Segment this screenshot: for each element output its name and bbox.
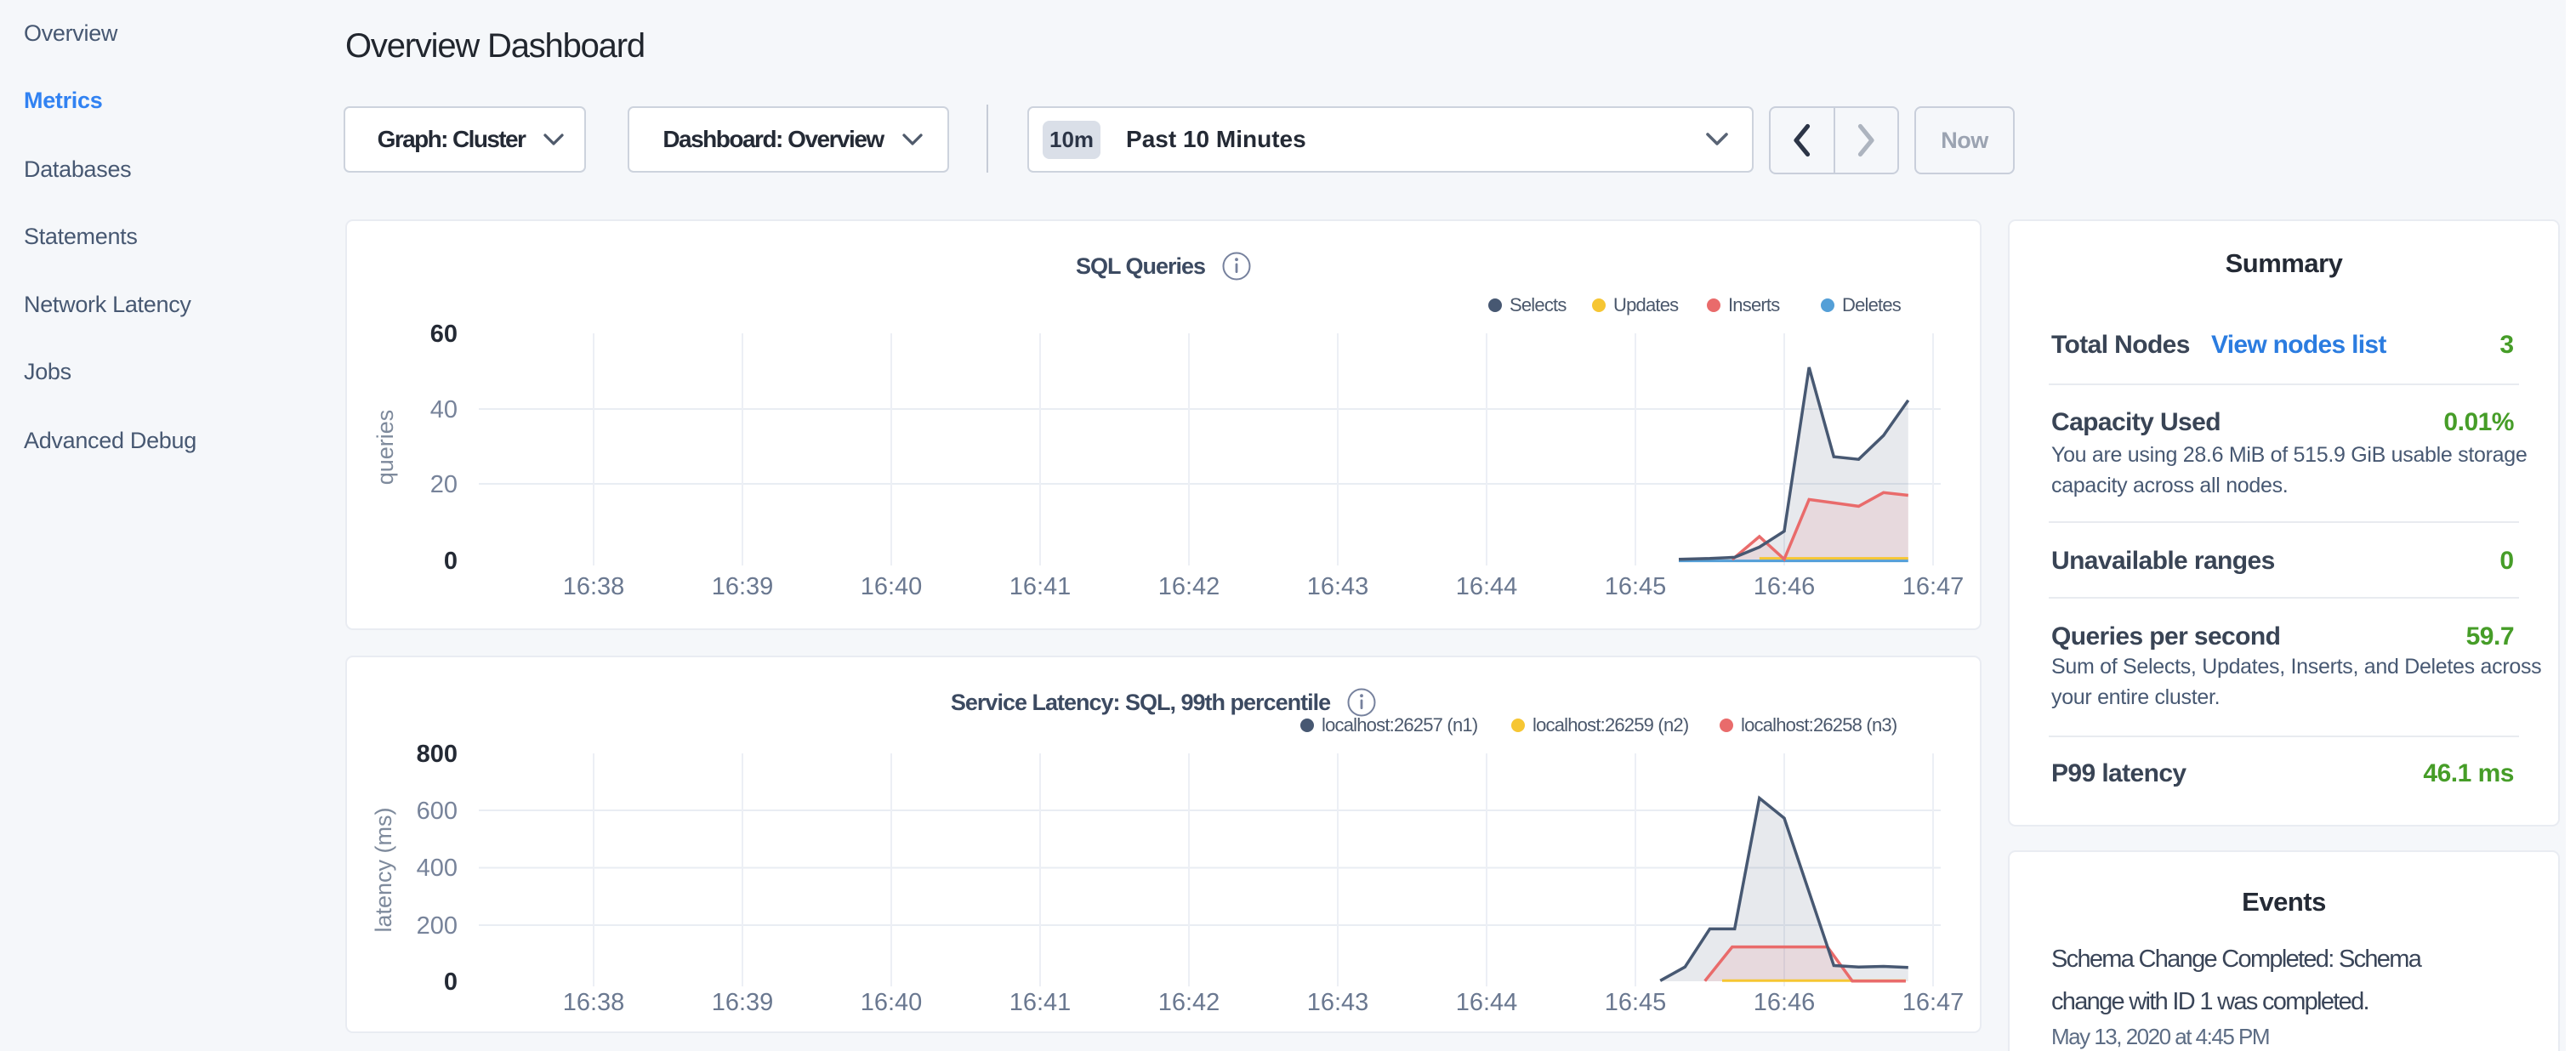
svg-text:16:41: 16:41 xyxy=(1009,573,1072,600)
svg-text:20: 20 xyxy=(430,471,458,498)
svg-text:16:45: 16:45 xyxy=(1605,573,1667,600)
svg-text:16:38: 16:38 xyxy=(563,573,625,600)
svg-text:16:47: 16:47 xyxy=(1902,989,1965,1016)
svg-text:800: 800 xyxy=(417,741,458,768)
svg-text:16:41: 16:41 xyxy=(1009,989,1072,1016)
svg-text:60: 60 xyxy=(430,321,458,348)
svg-text:16:44: 16:44 xyxy=(1456,573,1518,600)
svg-text:16:40: 16:40 xyxy=(861,573,923,600)
svg-text:16:47: 16:47 xyxy=(1902,573,1965,600)
svg-text:16:43: 16:43 xyxy=(1307,989,1369,1016)
svg-text:16:42: 16:42 xyxy=(1158,989,1220,1016)
svg-text:16:40: 16:40 xyxy=(861,989,923,1016)
svg-text:16:38: 16:38 xyxy=(563,989,625,1016)
svg-text:queries: queries xyxy=(372,410,398,486)
svg-text:400: 400 xyxy=(417,855,458,882)
svg-text:16:46: 16:46 xyxy=(1754,989,1816,1016)
svg-text:16:46: 16:46 xyxy=(1754,573,1816,600)
svg-text:16:42: 16:42 xyxy=(1158,573,1220,600)
svg-text:16:45: 16:45 xyxy=(1605,989,1667,1016)
svg-text:0: 0 xyxy=(444,969,458,996)
svg-text:latency (ms): latency (ms) xyxy=(371,807,396,932)
svg-text:40: 40 xyxy=(430,396,458,423)
svg-text:16:43: 16:43 xyxy=(1307,573,1369,600)
svg-text:16:39: 16:39 xyxy=(712,573,774,600)
svg-text:0: 0 xyxy=(444,548,458,575)
svg-text:16:39: 16:39 xyxy=(712,989,774,1016)
svg-text:16:44: 16:44 xyxy=(1456,989,1518,1016)
svg-text:600: 600 xyxy=(417,798,458,825)
svg-text:200: 200 xyxy=(417,912,458,940)
